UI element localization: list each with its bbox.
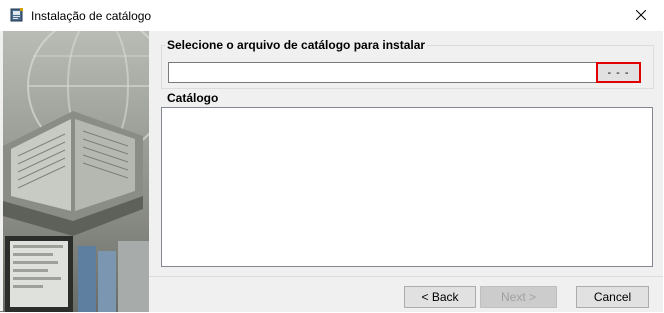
next-button[interactable]: Next > [480,286,557,308]
back-button[interactable]: < Back [404,286,476,308]
browse-button[interactable]: - - - [596,62,641,83]
title-bar: Instalação de catálogo [0,0,664,31]
catalog-file-input[interactable] [168,62,599,83]
button-bar-separator [149,276,663,277]
catalog-list[interactable] [161,107,653,267]
wizard-side-image [3,31,149,312]
close-button[interactable] [618,0,664,31]
install-catalog-window: Instalação de catálogo Selecione o arqui… [0,0,664,312]
close-icon [635,9,647,23]
catalog-app-icon [9,7,25,23]
catalog-label: Catálogo [165,91,221,105]
file-selection-label: Selecione o arquivo de catálogo para ins… [165,38,428,52]
cancel-button[interactable]: Cancel [576,286,649,308]
window-title: Instalação de catálogo [31,9,152,23]
